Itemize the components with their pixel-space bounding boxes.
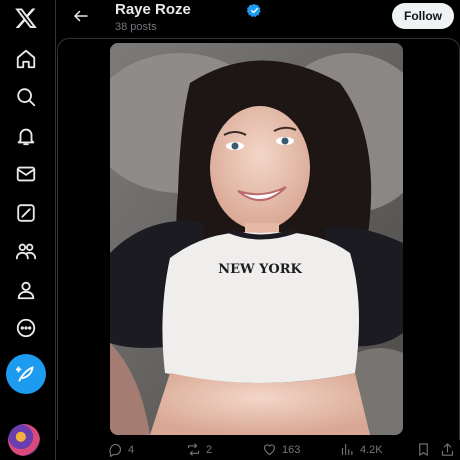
notifications-icon[interactable] <box>10 120 42 152</box>
posts-count: 38 posts <box>115 21 157 33</box>
bookmark-icon <box>419 443 428 456</box>
share-icon <box>441 443 454 456</box>
x-logo-icon[interactable] <box>10 2 42 34</box>
post-actions-bar: 4 2 163 4.2K <box>57 440 460 460</box>
repost-count: 2 <box>206 443 213 456</box>
sidebar <box>0 0 56 460</box>
heart-icon <box>263 444 276 456</box>
grok-icon[interactable] <box>10 197 42 229</box>
bookmark-button[interactable] <box>416 442 431 457</box>
share-button[interactable] <box>440 442 455 457</box>
post-button[interactable] <box>6 354 46 394</box>
post-photo[interactable]: NEW YORK <box>110 43 403 435</box>
post-feather-icon <box>16 366 34 382</box>
avatar[interactable] <box>8 424 40 456</box>
follow-button[interactable]: Follow <box>392 3 454 29</box>
search-icon[interactable] <box>10 81 42 113</box>
views-chart-icon <box>341 443 353 456</box>
post-media-container: NEW YORK <box>57 38 460 440</box>
repost-button[interactable]: 2 <box>186 442 212 457</box>
profile-icon[interactable] <box>10 274 42 306</box>
repost-icon <box>187 443 200 456</box>
communities-icon[interactable] <box>10 235 42 267</box>
more-icon[interactable] <box>10 312 42 344</box>
profile-name: Raye Roze <box>115 1 191 18</box>
verified-badge-icon <box>247 3 261 17</box>
home-icon[interactable] <box>10 43 42 75</box>
back-button[interactable] <box>69 4 93 28</box>
selfie-photo-illustration: NEW YORK <box>110 43 403 435</box>
back-arrow-icon <box>74 10 88 22</box>
reply-icon <box>109 443 121 457</box>
views-button[interactable]: 4.2K <box>340 442 383 457</box>
shirt-text: NEW YORK <box>218 262 302 277</box>
messages-icon[interactable] <box>10 158 42 190</box>
reply-button[interactable]: 4 <box>108 442 134 457</box>
reply-count: 4 <box>128 443 135 456</box>
views-count: 4.2K <box>360 443 383 456</box>
like-button[interactable]: 163 <box>262 442 300 457</box>
profile-header: Raye Roze 38 posts Follow <box>57 0 460 40</box>
like-count: 163 <box>282 443 301 456</box>
